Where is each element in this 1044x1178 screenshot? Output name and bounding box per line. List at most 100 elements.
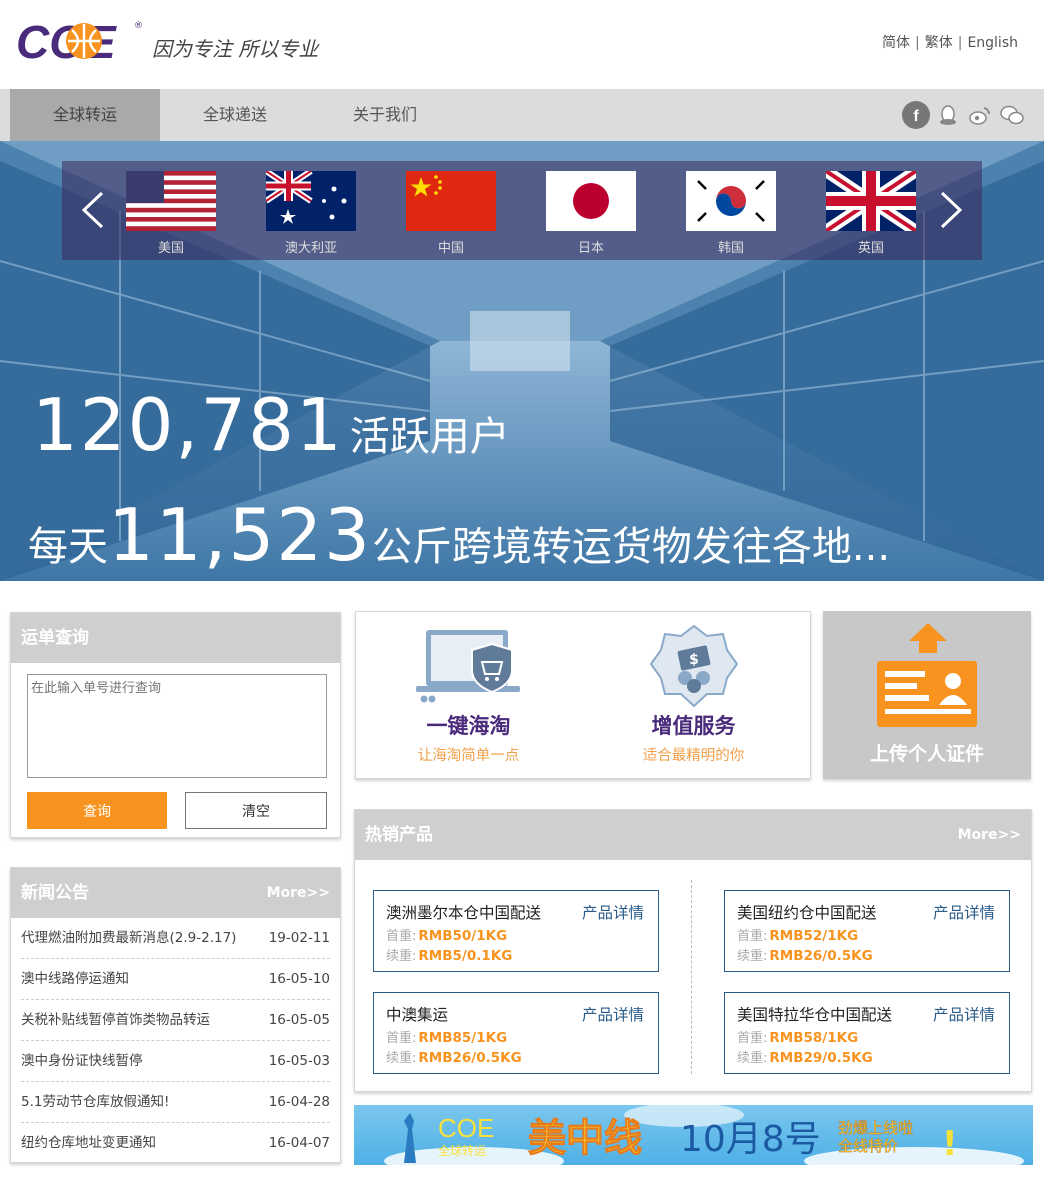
wechat-icon[interactable]: [998, 101, 1026, 129]
laptop-shield-icon: [415, 630, 520, 703]
news-header: 新闻公告 More>>: [11, 868, 340, 918]
product-cont-weight: 续重: RMB29/0.5KG: [737, 1050, 873, 1066]
svg-text:因为专注 所以专业: 因为专注 所以专业: [152, 37, 320, 61]
tracking-title: 运单查询: [11, 613, 340, 663]
country-label: 中国: [437, 241, 464, 256]
product-cont-weight: 续重: RMB26/0.5KG: [737, 948, 873, 964]
weibo-icon[interactable]: [966, 101, 994, 129]
news-item-date: 16-04-28: [268, 1094, 330, 1110]
news-item-title: 5.1劳动节仓库放假通知!: [21, 1094, 170, 1110]
service-title: 增值服务: [651, 714, 736, 738]
tracking-number-input[interactable]: [27, 674, 327, 778]
news-more-link[interactable]: More>>: [267, 868, 330, 918]
service-value-added[interactable]: $ 增值服务 适合最精明的你: [621, 612, 766, 765]
nav-global-delivery[interactable]: 全球递送: [160, 89, 310, 141]
product-first-weight: 首重: RMB50/1KG: [386, 928, 508, 944]
product-first-weight: 首重: RMB58/1KG: [737, 1030, 859, 1046]
carousel-prev-arrow[interactable]: [78, 189, 108, 231]
promo-banner-graphic: COE 全球转运 美中线 10月8号 劲爆上线啦 全线特价 !: [384, 1105, 1024, 1165]
news-item[interactable]: 澳中线路停运通知 16-05-10: [21, 959, 330, 1000]
lang-simplified[interactable]: 简体: [882, 35, 910, 51]
country-label: 韩国: [717, 241, 744, 256]
product-first-weight: 首重: RMB85/1KG: [386, 1030, 508, 1046]
product-card: 中澳集运 产品详情 首重: RMB85/1KG 续重: RMB26/0.5KG: [373, 992, 659, 1074]
hot-products-panel: 热销产品 More>> 澳洲墨尔本仓中国配送 产品详情 首重: RMB50/1KG…: [354, 809, 1032, 1092]
svg-text:全球转运: 全球转运: [438, 1143, 486, 1158]
coe-logo[interactable]: COE ® 因为专注 所以专业: [16, 18, 346, 66]
svg-text:10月8号: 10月8号: [680, 1119, 821, 1160]
china-flag-icon: [406, 171, 496, 231]
tracking-panel: 运单查询 查询 清空: [10, 612, 341, 838]
news-item[interactable]: 关税补贴线暂停首饰类物品转运 16-05-05: [21, 1000, 330, 1041]
product-detail-link[interactable]: 产品详情: [582, 901, 644, 923]
product-card: 美国特拉华仓中国配送 产品详情 首重: RMB58/1KG 续重: RMB29/0.…: [724, 992, 1010, 1074]
product-detail-link[interactable]: 产品详情: [933, 1003, 995, 1025]
upload-id-icon: [877, 623, 977, 727]
service-subtitle: 适合最精明的你: [642, 748, 745, 764]
hot-products-more-link[interactable]: More>>: [958, 810, 1021, 860]
country-label: 澳大利亚: [284, 241, 337, 256]
country-uk[interactable]: 英国: [826, 171, 916, 256]
facebook-icon[interactable]: f: [902, 101, 930, 129]
service-title: 一键海淘: [426, 714, 511, 738]
upload-id-card[interactable]: 上传个人证件: [823, 611, 1031, 779]
news-item[interactable]: 代理燃油附加费最新消息(2.9-2.17) 19-02-11: [21, 918, 330, 959]
nav-about-us[interactable]: 关于我们: [310, 89, 460, 141]
svg-text:f: f: [913, 108, 919, 125]
product-cont-weight: 续重: RMB5/0.1KG: [386, 948, 513, 964]
country-label: 美国: [157, 241, 184, 256]
country-korea[interactable]: 韩国: [686, 171, 776, 256]
product-detail-link[interactable]: 产品详情: [933, 901, 995, 923]
news-item[interactable]: 纽约仓库地址变更通知 16-04-07: [21, 1123, 330, 1164]
product-name: 澳洲墨尔本仓中国配送: [386, 904, 542, 922]
product-card: 美国纽约仓中国配送 产品详情 首重: RMB52/1KG 续重: RMB26/0.5…: [724, 890, 1010, 972]
country-australia[interactable]: 澳大利亚: [266, 171, 356, 256]
news-item-date: 16-04-07: [268, 1135, 330, 1151]
product-first-weight: 首重: RMB52/1KG: [737, 928, 859, 944]
news-item-title: 澳中身份证快线暂停: [21, 1053, 143, 1069]
hero-banner: 美国 澳大利亚 中国 日本 韩国 英国 120,781 活跃用户 每天11,52…: [0, 141, 1044, 581]
main-nav: 全球转运 全球递送 关于我们 f: [0, 89, 1044, 141]
product-card: 澳洲墨尔本仓中国配送 产品详情 首重: RMB50/1KG 续重: RMB5/0.1…: [373, 890, 659, 972]
lang-english[interactable]: English: [967, 35, 1018, 51]
australia-flag-icon: [266, 171, 356, 231]
news-item-title: 关税补贴线暂停首饰类物品转运: [21, 1012, 210, 1028]
qq-icon[interactable]: [934, 101, 962, 129]
active-users-stat: 120,781 活跃用户: [32, 383, 510, 467]
daily-suffix: 公斤跨境转运货物发往各地...: [371, 524, 891, 570]
daily-prefix: 每天: [28, 524, 108, 570]
country-usa[interactable]: 美国: [126, 171, 216, 256]
daily-shipping-stat: 每天11,523公斤跨境转运货物发往各地...: [28, 493, 890, 577]
language-switcher: 简体 | 繁体 | English: [882, 35, 1018, 51]
nav-global-forwarding[interactable]: 全球转运: [10, 89, 160, 141]
news-item-date: 19-02-11: [268, 930, 330, 946]
news-item-title: 代理燃油附加费最新消息(2.9-2.17): [21, 930, 237, 946]
news-panel: 新闻公告 More>> 代理燃油附加费最新消息(2.9-2.17) 19-02-1…: [10, 867, 341, 1163]
active-users-count: 120,781: [32, 383, 344, 467]
svg-text:全线特价: 全线特价: [838, 1137, 898, 1155]
services-panel: 一键海淘 让海淘简单一点 $ 增值服务 适合最精明的你: [355, 611, 811, 779]
lang-traditional[interactable]: 繁体: [925, 35, 953, 51]
news-item[interactable]: 澳中身份证快线暂停 16-05-03: [21, 1041, 330, 1082]
product-name: 中澳集运: [386, 1006, 449, 1024]
query-button[interactable]: 查询: [27, 792, 167, 829]
korea-flag-icon: [686, 171, 776, 231]
news-item-date: 16-05-03: [268, 1053, 330, 1069]
product-name: 美国纽约仓中国配送: [737, 904, 877, 922]
daily-weight: 11,523: [108, 493, 372, 577]
product-cont-weight: 续重: RMB26/0.5KG: [386, 1050, 522, 1066]
promo-banner[interactable]: COE 全球转运 美中线 10月8号 劲爆上线啦 全线特价 !: [354, 1105, 1033, 1165]
country-japan[interactable]: 日本: [546, 171, 636, 256]
news-item-title: 纽约仓库地址变更通知: [21, 1135, 156, 1151]
country-carousel: 美国 澳大利亚 中国 日本 韩国 英国: [62, 161, 982, 260]
carousel-next-arrow[interactable]: [936, 189, 966, 231]
clear-button[interactable]: 清空: [185, 792, 327, 829]
service-one-click[interactable]: 一键海淘 让海淘简单一点: [396, 612, 541, 765]
product-detail-link[interactable]: 产品详情: [582, 1003, 644, 1025]
news-item[interactable]: 5.1劳动节仓库放假通知! 16-04-28: [21, 1082, 330, 1123]
svg-text:$: $: [689, 652, 699, 668]
country-china[interactable]: 中国: [406, 171, 496, 256]
product-divider: [691, 880, 692, 1074]
country-label: 日本: [577, 241, 604, 256]
usa-flag-icon: [126, 171, 216, 231]
